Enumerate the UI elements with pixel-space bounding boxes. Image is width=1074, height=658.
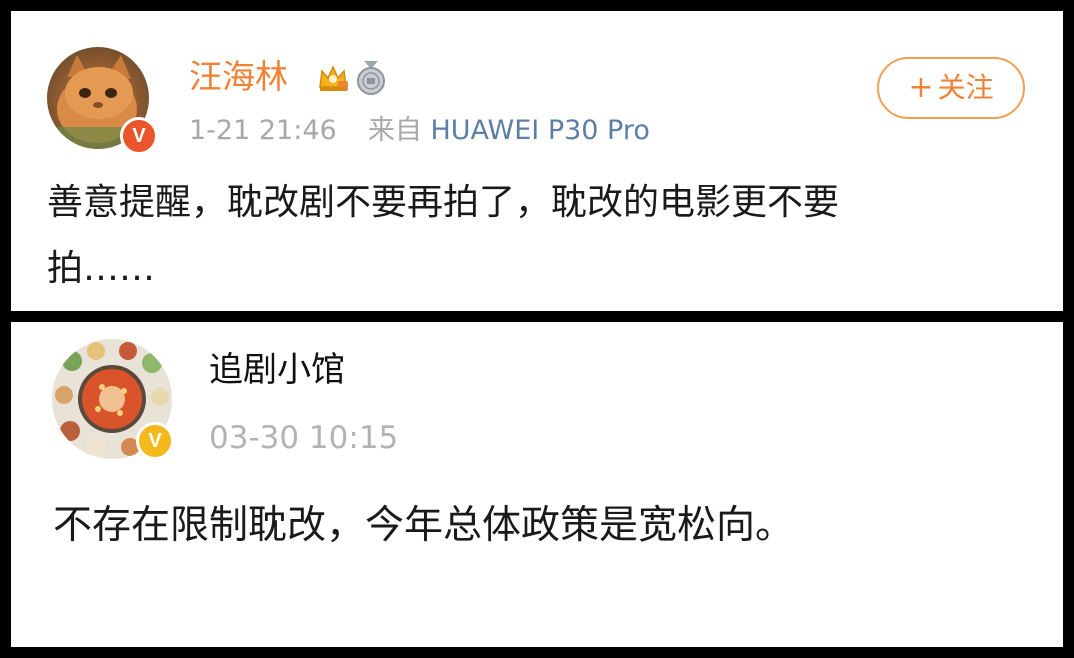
plus-icon: +: [908, 70, 934, 105]
timestamp: 1-21 21:46: [189, 115, 337, 146]
verified-icon: V: [120, 117, 158, 155]
weibo-post-card: V 追剧小馆 03-30 10:15 不存在限制耽改，今年总体政策是宽松向。: [11, 322, 1063, 647]
follow-label: 关注: [937, 71, 994, 104]
post-text-continued: 拍……: [47, 248, 156, 289]
timestamp: 03-30 10:15: [209, 420, 399, 456]
source-prefix: 来自: [367, 115, 422, 146]
crown-icon[interactable]: [316, 61, 350, 95]
source-device-link[interactable]: HUAWEI P30 Pro: [430, 115, 649, 146]
post-text: 善意提醒，耽改剧不要再拍了，耽改的电影更不要: [47, 182, 840, 223]
weibo-post-card: V 汪海林 1-21 21:46 来自 HUAWEI P30 Pro + 关注 善…: [11, 11, 1063, 311]
avatar[interactable]: V: [52, 339, 174, 460]
avatar[interactable]: V: [47, 47, 158, 155]
post-meta: 03-30 10:15: [209, 420, 398, 456]
follow-button[interactable]: + 关注: [877, 57, 1025, 119]
verified-icon: V: [136, 422, 174, 460]
username[interactable]: 追剧小馆: [209, 350, 345, 390]
username[interactable]: 汪海林: [189, 57, 288, 97]
post-text: 不存在限制耽改，今年总体政策是宽松向。: [53, 503, 795, 548]
medal-icon[interactable]: [354, 59, 388, 95]
post-meta: 1-21 21:46 来自 HUAWEI P30 Pro: [189, 115, 650, 147]
